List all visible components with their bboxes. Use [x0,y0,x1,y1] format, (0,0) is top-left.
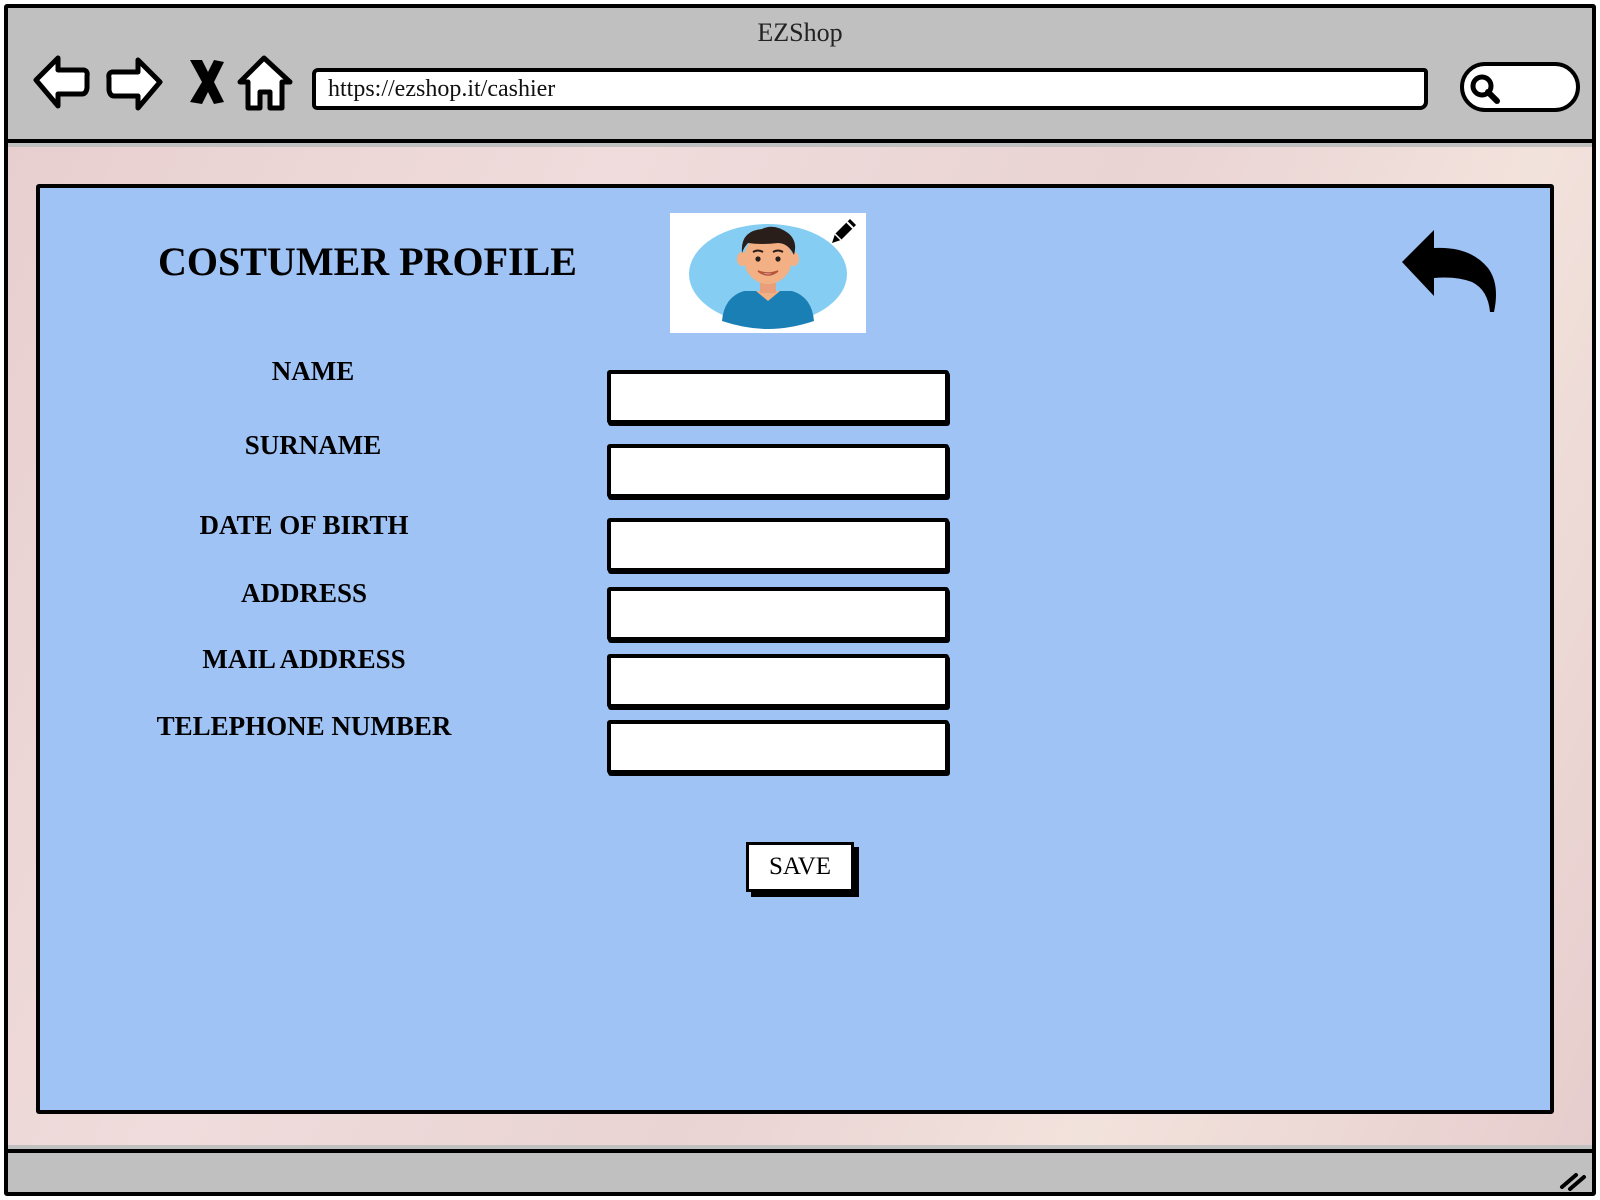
stop-icon[interactable] [176,50,240,114]
mail-address-label: MAIL ADDRESS [202,644,406,674]
pencil-icon[interactable] [828,215,860,247]
customer-profile-panel: COSTUMER PROFILE NAME SURNAME DATE OF BI… [36,184,1554,1114]
name-label: NAME [271,356,355,386]
save-button[interactable]: SAVE [746,842,854,892]
surname-input[interactable] [607,444,949,498]
page-viewport: COSTUMER PROFILE NAME SURNAME DATE OF BI… [8,147,1592,1145]
window-title: EZShop [757,18,843,47]
telephone-number-label: TELEPHONE NUMBER [156,711,452,741]
mail-address-input[interactable] [607,654,949,708]
surname-label: SURNAME [244,430,382,460]
telephone-number-input[interactable] [607,720,949,774]
browser-window: EZShop https://ezshop.it/cashier COSTUME… [4,4,1596,1196]
date-of-birth-input[interactable] [607,518,949,572]
name-input[interactable] [607,370,949,424]
back-arrow-icon[interactable] [30,50,94,114]
status-bar [8,1149,1592,1192]
search-icon [1470,74,1500,104]
page-title: COSTUMER PROFILE [158,239,577,284]
home-icon[interactable] [234,50,298,114]
resize-grip-icon[interactable] [1558,1163,1588,1193]
avatar[interactable] [670,213,866,333]
date-of-birth-label: DATE OF BIRTH [199,510,409,540]
address-input[interactable] [607,587,949,641]
search-field[interactable] [1460,62,1580,112]
url-bar[interactable]: https://ezshop.it/cashier [312,68,1428,110]
address-label: ADDRESS [240,578,368,608]
url-text: https://ezshop.it/cashier [328,76,556,102]
forward-arrow-icon[interactable] [102,50,166,114]
browser-toolbar: EZShop https://ezshop.it/cashier [8,8,1592,143]
undo-arrow-icon[interactable] [1400,226,1500,321]
